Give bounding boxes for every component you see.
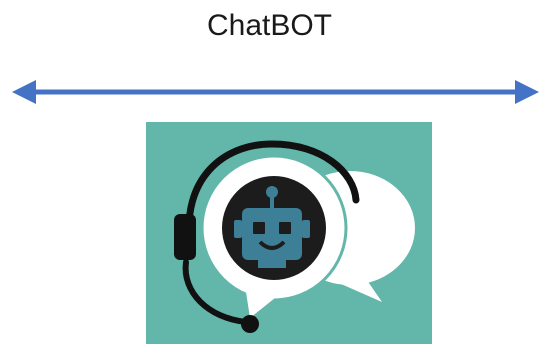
diagram-title: ChatBOT	[206, 9, 333, 42]
double-headed-arrow	[12, 80, 539, 104]
arrow-head-left	[12, 80, 36, 104]
chatbot-logo	[146, 122, 432, 344]
arrow-head-right	[515, 80, 539, 104]
